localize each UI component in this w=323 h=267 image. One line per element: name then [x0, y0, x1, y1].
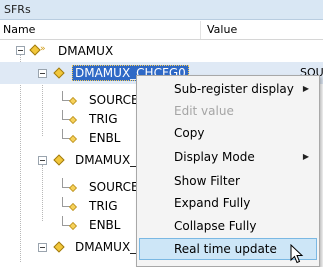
- tree-label: DMAMUX_C: [75, 153, 145, 167]
- menu-item-label: Copy: [174, 126, 205, 140]
- menu-item-label: Expand Fully: [174, 196, 251, 210]
- field-icon: [62, 178, 74, 188]
- tree-label: SOURCE: [89, 93, 139, 107]
- submenu-arrow-icon: ▶: [302, 152, 309, 161]
- tree-label: DMAMUX: [58, 44, 114, 58]
- field-icon: [62, 197, 74, 207]
- register-icon: [53, 241, 65, 253]
- tree-label: ENBL: [89, 131, 121, 145]
- menu-item-label: Display Mode: [174, 150, 255, 164]
- submenu-arrow-icon: ▶: [302, 84, 309, 93]
- panel-title-text: SFRs: [4, 3, 31, 16]
- menu-item-label: Sub-register display: [174, 82, 294, 96]
- tree-label: SOURCE: [89, 180, 139, 194]
- column-header-name[interactable]: Name: [0, 21, 200, 39]
- menu-item-collapse-fully[interactable]: Collapse Fully: [139, 215, 317, 237]
- field-icon: [62, 129, 74, 139]
- field-icon: [62, 110, 74, 120]
- menu-item-edit-value[interactable]: Edit value: [139, 100, 317, 122]
- group-arrow-icon: »: [40, 44, 45, 54]
- menu-item-display-mode[interactable]: Display Mode ▶: [139, 146, 317, 168]
- menu-item-label: Collapse Fully: [174, 219, 257, 233]
- register-group-icon: [29, 44, 41, 56]
- collapse-toggle-icon[interactable]: [16, 46, 25, 55]
- collapse-toggle-icon[interactable]: [38, 156, 47, 165]
- tree-label: TRIG: [89, 199, 118, 213]
- menu-item-label: Real time update: [174, 242, 277, 256]
- column-header-value[interactable]: Value: [200, 21, 323, 39]
- context-menu: Sub-register display ▶ Edit value Copy D…: [136, 75, 320, 267]
- register-icon: [53, 67, 65, 79]
- mouse-cursor-icon: [290, 244, 304, 264]
- menu-item-label: Show Filter: [174, 174, 240, 188]
- tree-label: ENBL: [89, 218, 121, 232]
- sfrs-panel-title: SFRs: [0, 0, 323, 20]
- menu-item-label: Edit value: [174, 104, 234, 118]
- menu-item-copy[interactable]: Copy: [139, 122, 317, 144]
- menu-item-sub-register-display[interactable]: Sub-register display ▶: [139, 78, 317, 100]
- field-icon: [62, 216, 74, 226]
- collapse-toggle-icon[interactable]: [38, 243, 47, 252]
- menu-item-show-filter[interactable]: Show Filter: [139, 170, 317, 192]
- tree-label: TRIG: [89, 112, 118, 126]
- register-icon: [53, 154, 65, 166]
- menu-item-expand-fully[interactable]: Expand Fully: [139, 192, 317, 214]
- collapse-toggle-icon[interactable]: [38, 69, 47, 78]
- tree-row-dmamux[interactable]: » DMAMUX: [0, 40, 323, 62]
- tree-label: DMAMUX_C: [75, 240, 145, 254]
- field-icon: [62, 91, 74, 101]
